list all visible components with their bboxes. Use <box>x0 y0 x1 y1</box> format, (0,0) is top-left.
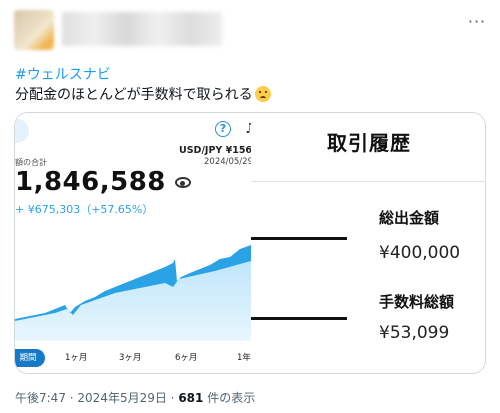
transaction-history-screenshot[interactable]: 取引履歴 総出金額 ¥400,000 手数料総額 ¥53,099 <box>251 113 485 373</box>
fee-total-value: ¥53,099 <box>379 323 450 343</box>
currency-pair: USD/JPY ¥156 <box>179 145 251 156</box>
views-label: 件の表示 <box>203 391 256 405</box>
separator: · <box>166 391 179 405</box>
redaction-bar <box>251 237 347 240</box>
total-value: 1,846,588 <box>15 167 166 197</box>
redaction-bar <box>251 317 347 320</box>
as-of-date: 2024/05/29 <box>204 157 251 167</box>
divider <box>251 181 485 182</box>
principal-area <box>15 261 251 341</box>
views-count[interactable]: 681 <box>178 391 203 405</box>
crying-face-icon <box>254 86 271 102</box>
back-icon <box>15 119 29 143</box>
tweet-header: ··· <box>0 0 500 60</box>
withdrawal-total-label: 総出金額 <box>379 209 440 227</box>
tweet-text-content: 分配金のほとんどが手数料で取られる <box>15 87 253 103</box>
bell-icon: ♫ <box>244 121 251 137</box>
tweet-date[interactable]: 2024年5月29日 <box>77 391 166 405</box>
tab-1-month[interactable]: 1ヶ月 <box>65 349 87 367</box>
hashtag-link[interactable]: #ウェルスナビ <box>15 64 111 84</box>
transaction-history-title: 取引履歴 <box>327 131 411 155</box>
gain-value: + ¥675,303（+57.65%） <box>15 203 154 216</box>
tweet-footer: 午後7:47 · 2024年5月29日 · 681 件の表示 <box>15 389 255 406</box>
portfolio-area-chart <box>15 245 251 341</box>
separator: · <box>65 391 78 405</box>
author-name-blurred[interactable] <box>62 12 222 46</box>
help-icon: ? <box>215 121 231 137</box>
tab-6-months[interactable]: 6ヶ月 <box>175 349 197 367</box>
period-tabs: 期間 1ヶ月 3ヶ月 6ヶ月 1年 <box>15 345 251 371</box>
tab-1-year[interactable]: 1年 <box>237 349 251 367</box>
portfolio-screenshot[interactable]: ? ♫ USD/JPY ¥156 2024/05/29 額の合計 1,846,5… <box>15 113 251 373</box>
more-options-icon[interactable]: ··· <box>465 12 489 31</box>
fee-total-label: 手数料総額 <box>379 293 455 311</box>
tweet-media[interactable]: ? ♫ USD/JPY ¥156 2024/05/29 額の合計 1,846,5… <box>14 112 486 374</box>
withdrawal-total-value: ¥400,000 <box>379 243 461 263</box>
tweet-text: 分配金のほとんどが手数料で取られる <box>15 84 271 104</box>
avatar[interactable] <box>14 10 54 50</box>
tweet-time[interactable]: 午後7:47 <box>15 391 66 405</box>
tab-period[interactable]: 期間 <box>15 349 45 367</box>
tab-3-months[interactable]: 3ヶ月 <box>119 349 141 367</box>
eye-icon <box>175 177 191 188</box>
